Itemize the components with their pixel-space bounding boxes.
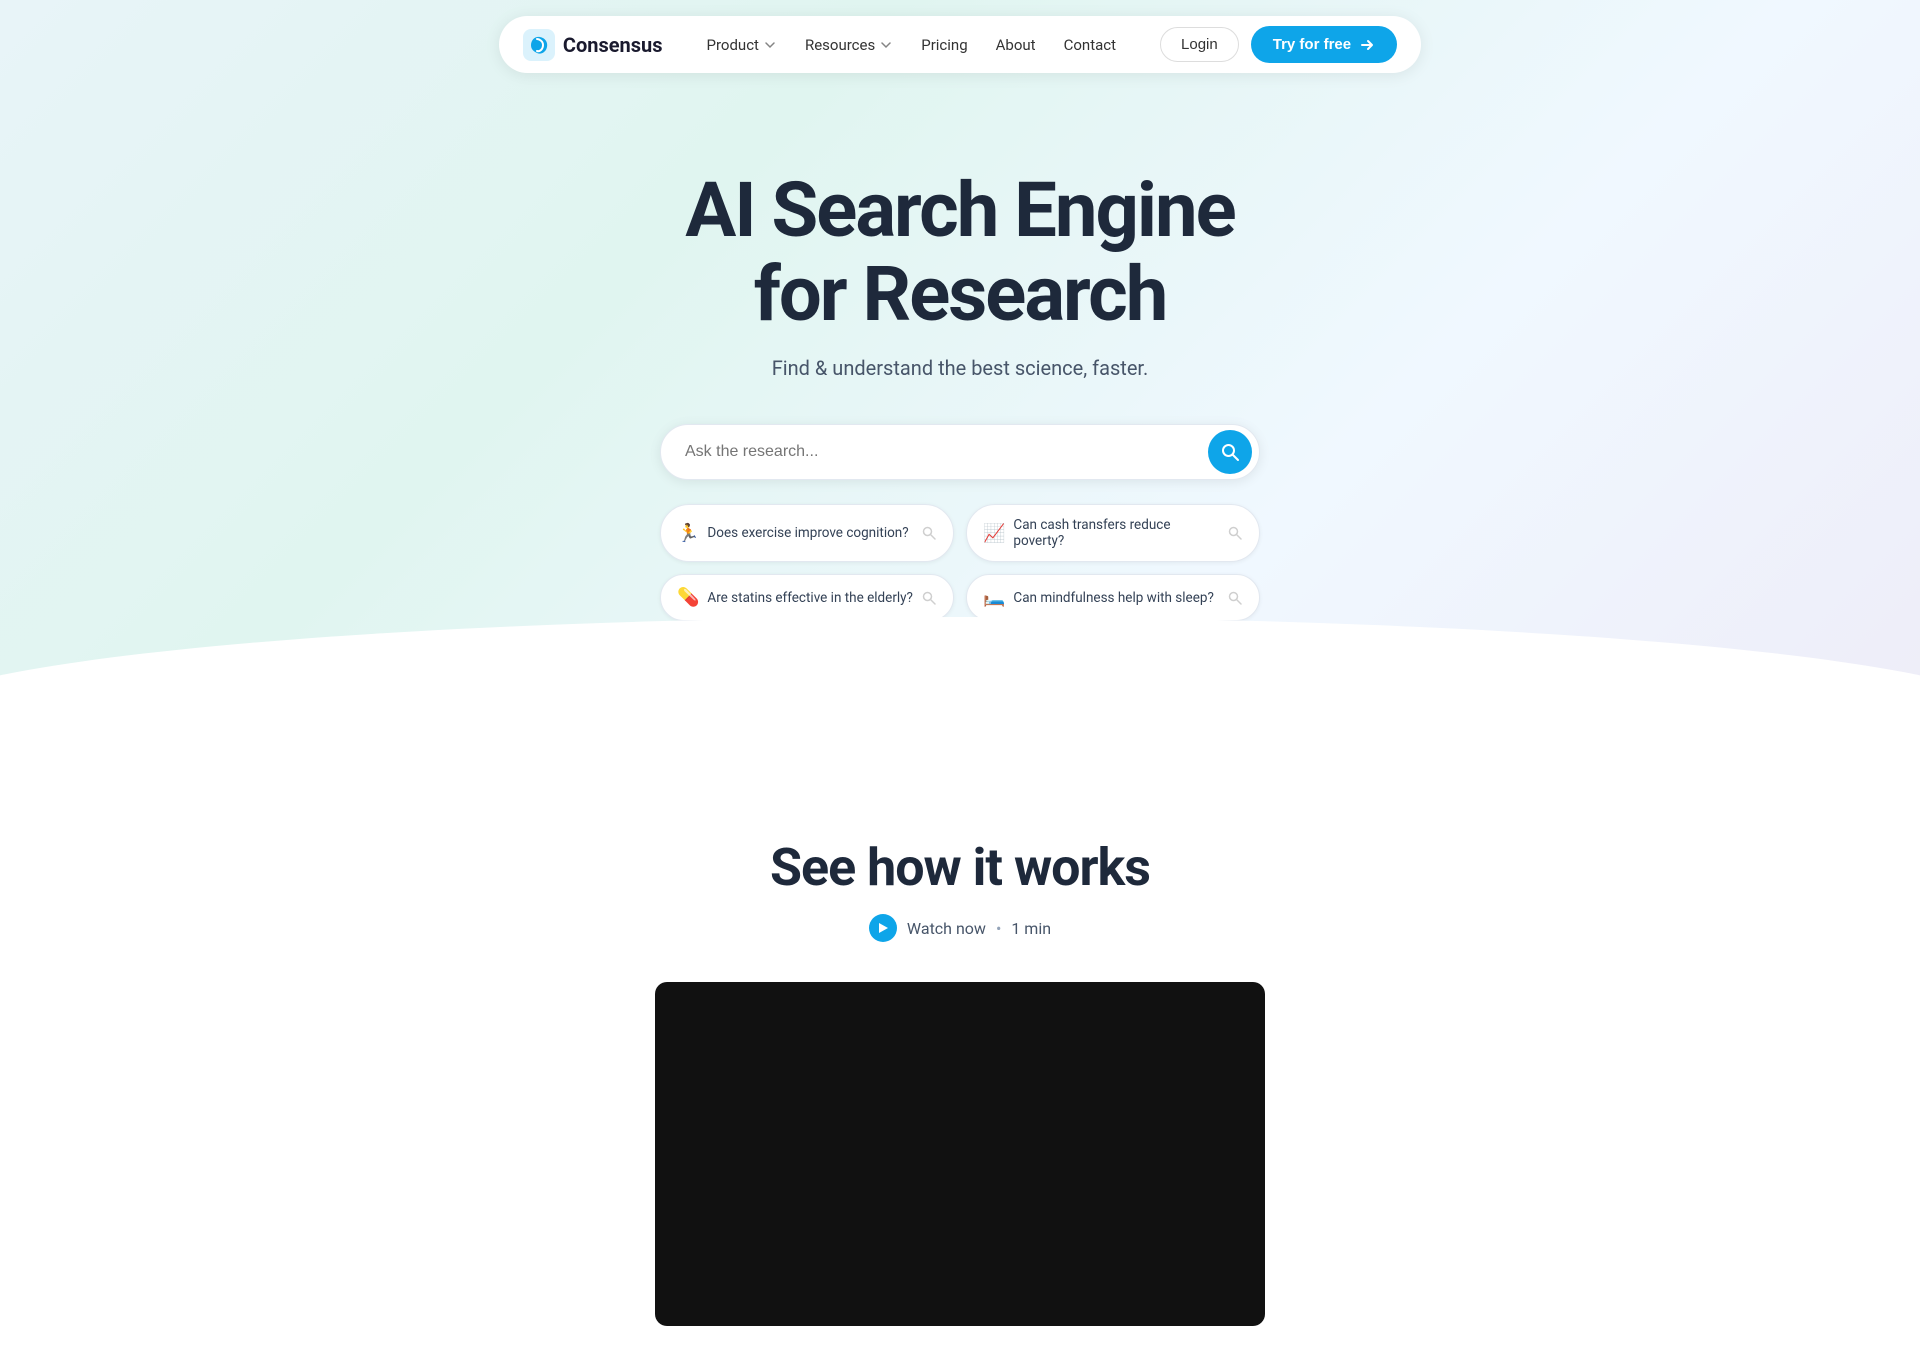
search-icon [1227, 590, 1243, 606]
suggestion-mindfulness[interactable]: 🛏️ Can mindfulness help with sleep? [966, 574, 1260, 621]
duration-label: 1 min [1011, 919, 1051, 938]
watch-now-container[interactable]: Watch now • 1 min [869, 914, 1051, 942]
dot-separator: • [996, 919, 1001, 938]
how-it-works-section: See how it works Watch now • 1 min [0, 777, 1920, 1366]
statins-emoji: 💊 [677, 587, 699, 608]
mindfulness-emoji: 🛏️ [983, 587, 1005, 608]
nav-pricing[interactable]: Pricing [909, 28, 979, 62]
video-container[interactable] [655, 982, 1265, 1326]
watch-now-label: Watch now [907, 919, 986, 938]
logo-text: Consensus [563, 33, 663, 57]
navbar: Consensus Product Resources Pricing Abou… [0, 0, 1920, 89]
search-icon [1227, 525, 1243, 541]
nav-links: Product Resources Pricing About Contact [695, 28, 1129, 62]
play-button[interactable] [869, 914, 897, 942]
nav-contact[interactable]: Contact [1052, 28, 1128, 62]
search-icon [1220, 442, 1240, 462]
suggestion-cash[interactable]: 📈 Can cash transfers reduce poverty? [966, 504, 1260, 562]
try-free-button[interactable]: Try for free [1251, 26, 1397, 63]
nav-product[interactable]: Product [695, 28, 789, 62]
search-icon [921, 590, 937, 606]
search-button[interactable] [1208, 430, 1252, 474]
cash-emoji: 📈 [983, 523, 1005, 544]
wave-decoration [0, 617, 1920, 777]
play-icon [879, 923, 888, 933]
search-icon [921, 525, 937, 541]
search-container [660, 424, 1260, 480]
chevron-down-icon [763, 38, 777, 52]
search-input[interactable] [660, 424, 1260, 480]
arrow-right-icon [1359, 37, 1375, 53]
section-title: See how it works [770, 837, 1150, 898]
hero-subtitle: Find & understand the best science, fast… [772, 356, 1149, 380]
suggestion-statins[interactable]: 💊 Are statins effective in the elderly? [660, 574, 954, 621]
chevron-down-icon [879, 38, 893, 52]
login-button[interactable]: Login [1160, 27, 1239, 62]
nav-about[interactable]: About [984, 28, 1048, 62]
hero-title: AI Search Engine for Research [685, 169, 1234, 336]
exercise-emoji: 🏃 [677, 523, 699, 544]
logo-link[interactable]: Consensus [523, 29, 663, 61]
nav-resources[interactable]: Resources [793, 28, 905, 62]
suggestions-grid: 🏃 Does exercise improve cognition? 📈 Can… [660, 504, 1260, 621]
nav-actions: Login Try for free [1160, 26, 1397, 63]
suggestion-exercise[interactable]: 🏃 Does exercise improve cognition? [660, 504, 954, 562]
logo-icon [523, 29, 555, 61]
hero-section: AI Search Engine for Research Find & und… [0, 89, 1920, 777]
nav-container: Consensus Product Resources Pricing Abou… [499, 16, 1421, 73]
